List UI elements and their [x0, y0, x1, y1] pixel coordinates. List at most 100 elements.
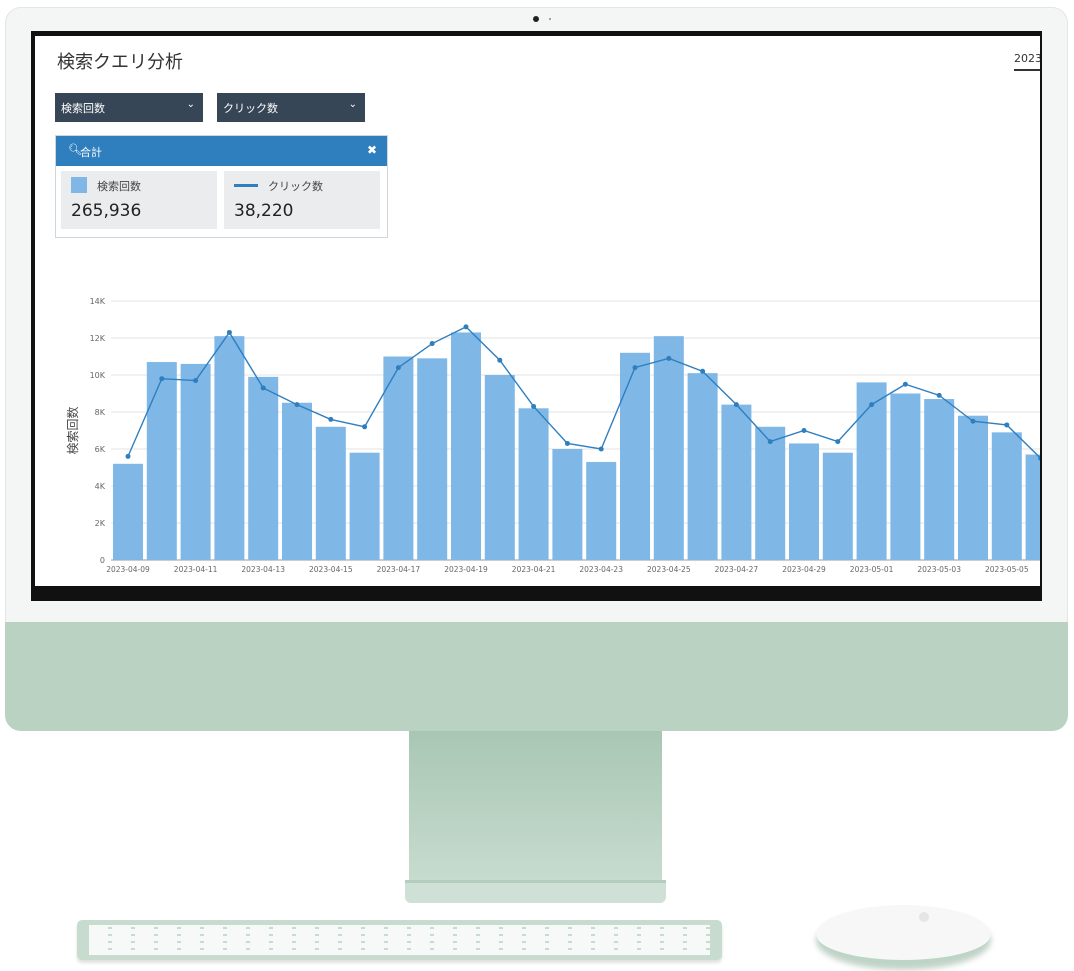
x-tick-label: 2023-05-01	[850, 565, 894, 574]
line-point	[328, 416, 334, 422]
y-tick-label: 10K	[90, 371, 106, 380]
y-tick-label: 14K	[90, 297, 106, 306]
x-tick-label: 2023-04-21	[512, 565, 556, 574]
page-title: 検索クエリ分析	[57, 52, 183, 73]
bar	[822, 452, 853, 560]
bar	[484, 375, 515, 560]
x-tick-label: 2023-04-27	[715, 565, 759, 574]
line-point	[497, 357, 503, 363]
bar-legend-swatch	[71, 177, 87, 193]
x-tick-label: 2023-05-05	[985, 565, 1029, 574]
line-point	[970, 418, 976, 424]
line-point	[801, 428, 807, 433]
bar	[620, 352, 650, 560]
line-point	[598, 446, 604, 452]
app-screen: 検索クエリ分析 2023 検索回数 ⌄ クリック数 ⌄ 🔍︎ 合計 ✖ 検索回数…	[35, 36, 1040, 586]
bar	[180, 363, 211, 560]
bar	[789, 443, 819, 560]
line-point	[767, 439, 773, 445]
bar	[451, 332, 481, 560]
line-point	[564, 440, 570, 446]
x-tick-label: 2023-04-09	[106, 565, 150, 574]
x-tick-label: 2023-04-11	[174, 565, 218, 574]
line-point	[869, 402, 875, 408]
line-point	[936, 392, 942, 398]
mouse	[816, 905, 991, 964]
bar	[113, 463, 143, 560]
searches-clicks-chart: 0 2K 4K 6K 8K 10K 12K 14K 検索回数 2023-04-09 2023-04-…	[65, 297, 1040, 574]
totals-panel: 🔍︎ 合計 ✖ 検索回数 265,936 クリック数 38,220	[55, 135, 388, 238]
bar	[417, 358, 448, 560]
bar	[349, 452, 380, 560]
kpi-value: 265,936	[71, 201, 142, 221]
x-tick-label: 2023-04-29	[782, 565, 826, 574]
apple-logo-icon	[919, 912, 929, 922]
bar	[958, 415, 988, 560]
imac-stand-foot	[405, 880, 666, 903]
y-tick-label: 2K	[95, 519, 106, 528]
bar	[1025, 454, 1040, 560]
x-tick-label: 2023-04-13	[241, 565, 285, 574]
bar	[248, 376, 279, 560]
bar	[146, 362, 177, 560]
y-tick-label: 0	[100, 556, 105, 565]
x-tick-label: 2023-04-25	[647, 565, 691, 574]
x-tick-label: 2023-04-17	[377, 565, 421, 574]
bar	[856, 382, 887, 560]
line-point	[125, 453, 131, 459]
x-tick-label: 2023-04-19	[444, 565, 488, 574]
line-point	[733, 402, 739, 408]
bar	[653, 336, 684, 560]
line-point	[666, 355, 672, 361]
dropdown-label: 検索回数	[61, 102, 105, 115]
line-point	[902, 381, 908, 387]
line-point	[531, 403, 537, 409]
bar	[518, 408, 549, 560]
bar	[755, 426, 786, 560]
metric-dropdown-primary[interactable]: 検索回数 ⌄	[55, 93, 203, 122]
chevron-down-icon: ⌄	[186, 99, 195, 110]
line-point	[159, 376, 165, 382]
bar	[721, 404, 752, 560]
bar	[924, 399, 955, 560]
y-tick-label: 4K	[95, 482, 106, 491]
bar	[991, 432, 1022, 560]
metric-dropdown-secondary[interactable]: クリック数 ⌄	[217, 93, 365, 122]
x-tick-label: 2023-05-03	[917, 565, 961, 574]
close-icon[interactable]: ✖	[367, 143, 377, 157]
kpi-card-clicks: クリック数 38,220	[224, 171, 380, 229]
dropdown-label: クリック数	[223, 102, 278, 115]
totals-panel-title: 合計	[80, 146, 102, 159]
line-point	[362, 424, 368, 430]
line-point	[193, 378, 199, 384]
kpi-value: 38,220	[234, 201, 294, 221]
x-tick-label: 2023-04-23	[579, 565, 623, 574]
y-axis-title: 検索回数	[65, 406, 80, 454]
totals-panel-header: 🔍︎ 合計 ✖	[56, 136, 387, 166]
y-tick-label: 12K	[90, 334, 106, 343]
bar	[586, 461, 617, 560]
line-point	[429, 341, 435, 347]
line-point	[294, 402, 300, 408]
y-tick-label: 6K	[95, 445, 106, 454]
line-point	[1004, 422, 1010, 428]
imac-chin	[5, 622, 1068, 731]
camera-sensor-icon	[549, 18, 551, 20]
line-point	[260, 385, 266, 391]
bar	[687, 373, 718, 560]
bar	[552, 449, 583, 560]
x-tick-label: 2023-04-15	[309, 565, 353, 574]
bar	[890, 393, 921, 560]
imac-stand	[409, 731, 662, 883]
line-point	[463, 324, 469, 330]
kpi-card-searches: 検索回数 265,936	[61, 171, 217, 229]
bar	[282, 402, 312, 560]
bar	[315, 426, 346, 560]
line-point	[226, 329, 232, 335]
camera-icon	[533, 16, 539, 22]
date-range-tab[interactable]: 2023	[1014, 52, 1040, 71]
keyboard	[77, 920, 722, 960]
line-point	[632, 365, 638, 371]
line-point	[835, 439, 841, 445]
chevron-down-icon: ⌄	[348, 99, 357, 110]
